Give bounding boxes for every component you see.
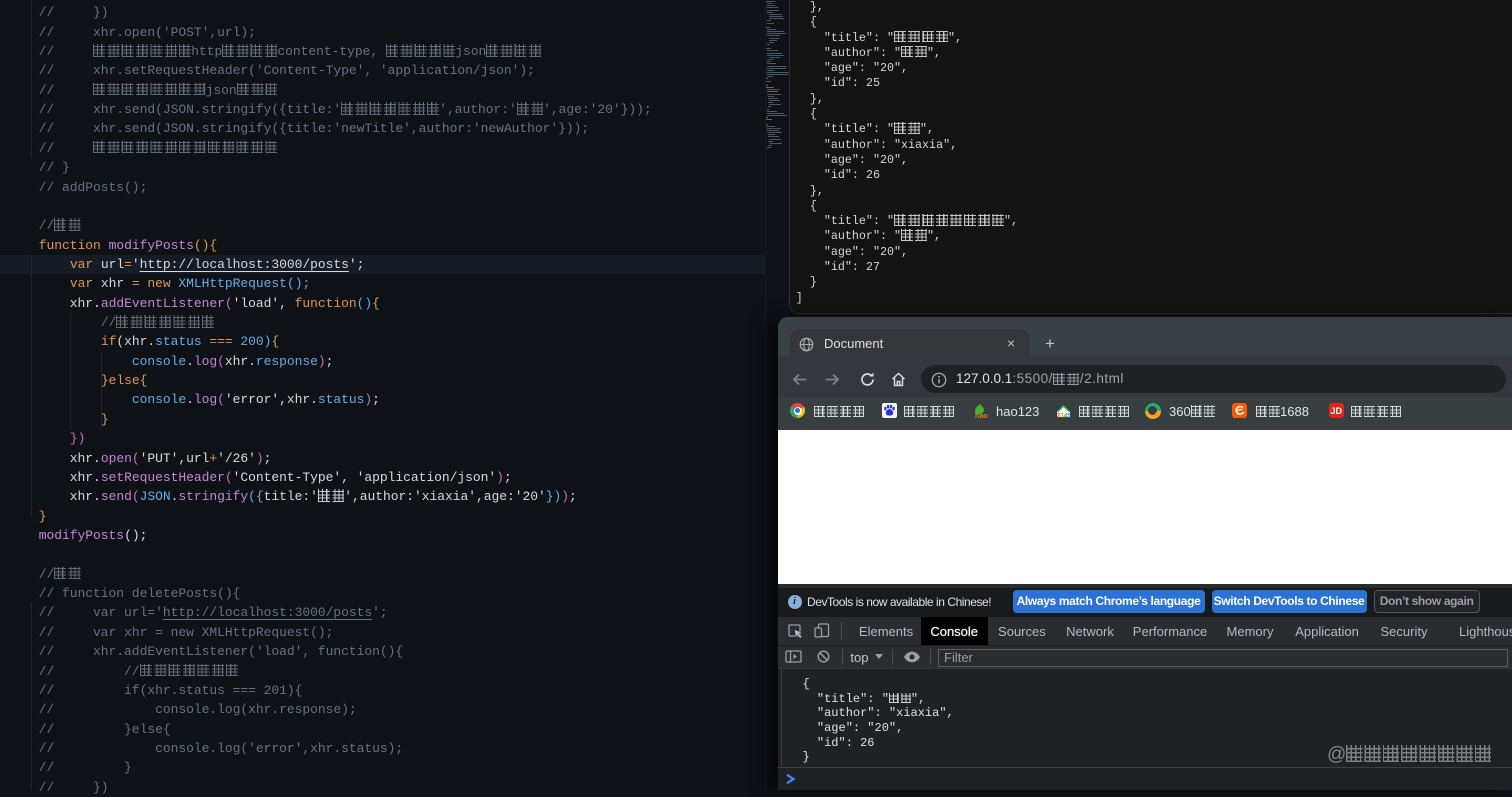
svg-text:5: 5	[1067, 412, 1071, 419]
svg-text:hao: hao	[975, 413, 987, 419]
